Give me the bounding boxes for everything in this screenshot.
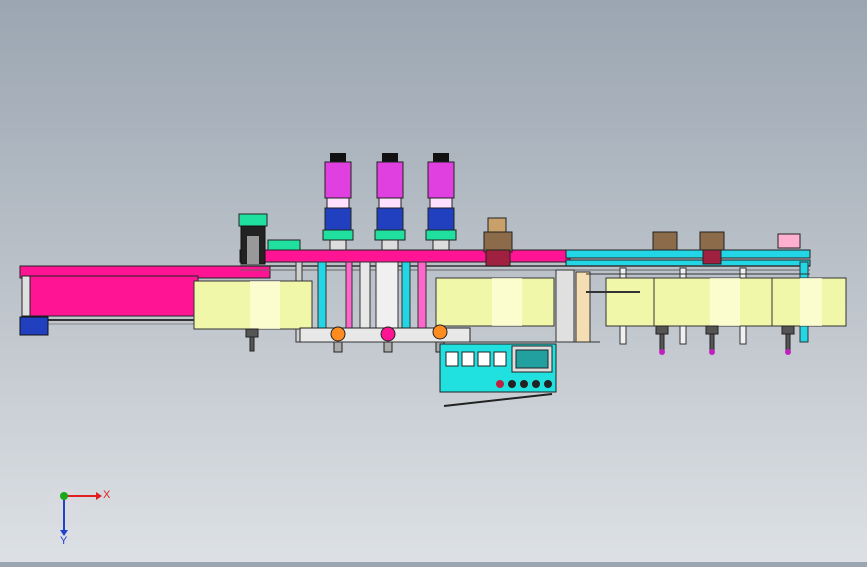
label-roller-5 xyxy=(771,277,847,327)
overhead-motor-2 xyxy=(374,153,406,251)
overhead-motor-3 xyxy=(425,153,457,251)
label-roller-1 xyxy=(193,280,313,330)
label-roller-3 xyxy=(605,277,655,327)
control-panel[interactable] xyxy=(439,343,557,407)
cad-viewport[interactable]: X Y xyxy=(0,0,867,562)
axis-y-label: Y xyxy=(60,535,68,547)
axis-x-label: X xyxy=(103,489,111,501)
label-roller-4 xyxy=(653,277,773,327)
label-roller-2 xyxy=(435,277,555,327)
overhead-motor-1 xyxy=(322,153,354,251)
foot-markers xyxy=(659,349,791,355)
axis-triad-icon: X Y xyxy=(46,488,111,547)
